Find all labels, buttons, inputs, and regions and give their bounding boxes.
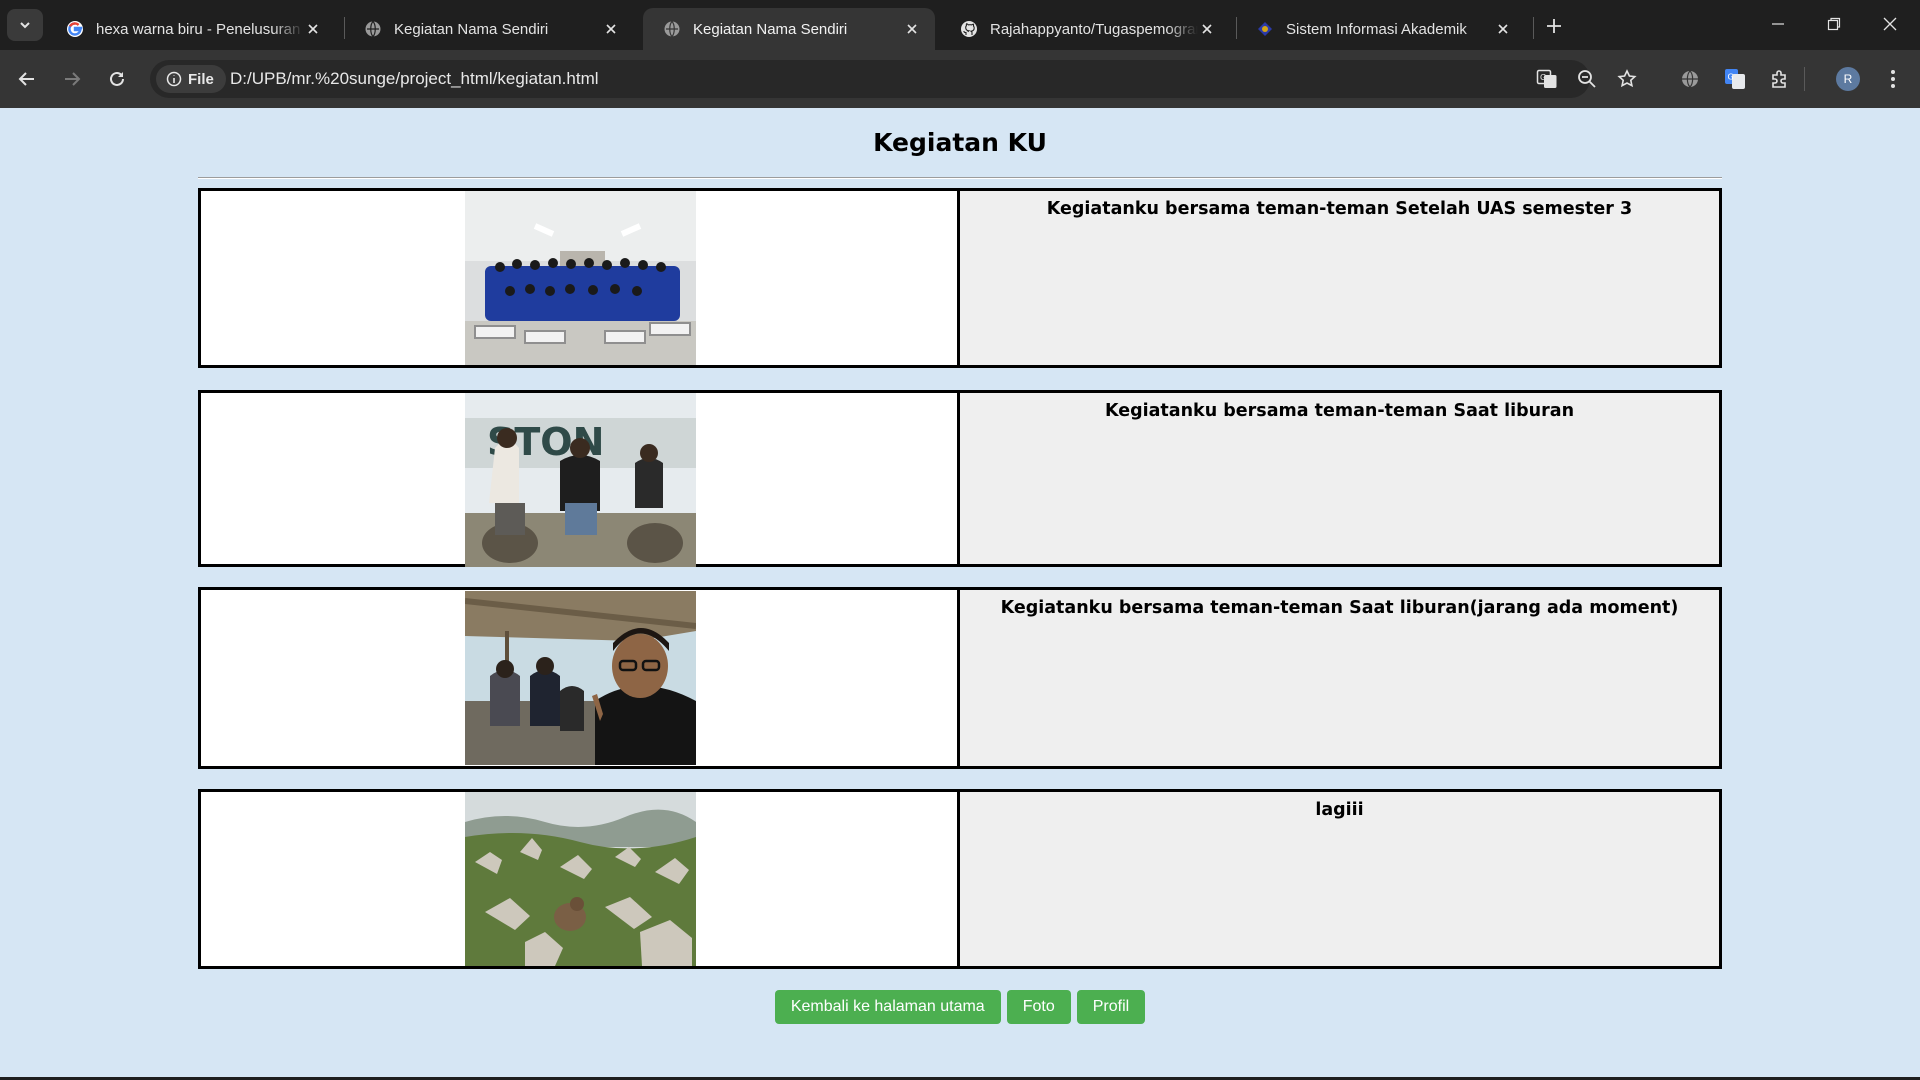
tab-title: hexa warna biru - Penelusuran Google <box>96 20 304 38</box>
tab-title: Kegiatan Nama Sendiri <box>394 20 549 38</box>
activity-photo-cell <box>201 792 960 966</box>
translate-icon: G <box>1536 69 1557 88</box>
close-window-button[interactable] <box>1862 0 1918 48</box>
close-icon <box>1883 17 1897 31</box>
restore-icon <box>1827 17 1841 31</box>
info-icon <box>166 71 182 87</box>
close-icon[interactable] <box>304 20 322 38</box>
activity-row: lagiii <box>198 789 1722 969</box>
tab-sistem-informasi[interactable]: Sistem Informasi Akademik <box>1236 8 1526 50</box>
tab-github[interactable]: Rajahappyanto/Tugaspemograman <box>940 8 1230 50</box>
minimize-button[interactable] <box>1750 0 1806 48</box>
tab-separator <box>1533 17 1534 39</box>
plus-icon <box>1547 19 1561 33</box>
google-translate-icon: G <box>1725 69 1745 89</box>
puzzle-icon <box>1772 70 1786 88</box>
friends-sitting-photo: STON <box>465 393 696 567</box>
close-icon[interactable] <box>602 20 620 38</box>
activity-caption: Kegiatanku bersama teman-teman Saat libu… <box>960 393 1719 564</box>
horizontal-rule <box>198 177 1722 179</box>
bookmark-button[interactable] <box>1610 62 1644 96</box>
google-translate-extension[interactable]: G <box>1718 62 1752 96</box>
extensions-button[interactable] <box>1763 62 1797 96</box>
browser-menu-button[interactable] <box>1876 62 1910 96</box>
globe-icon <box>1682 70 1698 88</box>
academic-icon <box>1258 22 1272 36</box>
tab-title: Rajahappyanto/Tugaspemograman <box>990 20 1198 38</box>
globe-icon <box>365 21 381 37</box>
back-button[interactable] <box>10 62 44 96</box>
zoom-out-icon <box>1578 70 1596 88</box>
chevron-down-icon <box>20 22 30 29</box>
activity-caption: Kegiatanku bersama teman-teman Saat libu… <box>960 590 1719 766</box>
profile-avatar[interactable]: R <box>1836 67 1860 91</box>
tab-kegiatan-1[interactable]: Kegiatan Nama Sendiri <box>344 8 634 50</box>
activity-photo-cell <box>201 590 960 766</box>
forward-button[interactable] <box>55 62 89 96</box>
new-tab-button[interactable] <box>1540 12 1568 40</box>
page-title: Kegiatan KU <box>873 128 1047 157</box>
scheme-label: File <box>188 70 214 88</box>
star-icon <box>1617 69 1637 88</box>
activity-caption: Kegiatanku bersama teman-teman Setelah U… <box>960 191 1719 365</box>
globe-icon <box>664 21 680 37</box>
github-icon <box>961 21 977 37</box>
tab-title: Kegiatan Nama Sendiri <box>693 20 848 38</box>
vpn-extension-button[interactable] <box>1673 62 1707 96</box>
svg-text:G: G <box>1728 73 1734 82</box>
url-text[interactable]: D:/UPB/mr.%20sunge/project_html/kegiatan… <box>230 69 599 89</box>
zoom-button[interactable] <box>1570 62 1604 96</box>
tab-google-search[interactable]: hexa warna biru - Penelusuran Google <box>46 8 336 50</box>
activity-row: STON Kegiatanku bersama teman-teman Saat… <box>198 390 1722 567</box>
site-info-chip[interactable]: File <box>156 65 226 93</box>
google-icon <box>67 21 83 37</box>
group-photo-classroom <box>465 191 696 365</box>
close-icon[interactable] <box>903 20 921 38</box>
home-button[interactable]: Kembali ke halaman utama <box>774 990 1001 1024</box>
rocky-hill-monkey-photo <box>465 792 696 966</box>
close-icon[interactable] <box>1198 20 1216 38</box>
activity-photo-cell <box>201 191 960 365</box>
more-vertical-icon <box>1891 70 1895 88</box>
restore-button[interactable] <box>1806 0 1862 48</box>
svg-text:G: G <box>1540 73 1546 82</box>
selfie-hut-photo <box>465 591 696 765</box>
toolbar-separator <box>1804 67 1805 91</box>
activity-photo-cell: STON <box>201 393 960 567</box>
tab-kegiatan-active[interactable]: Kegiatan Nama Sendiri <box>643 8 935 50</box>
translate-button[interactable]: G <box>1530 62 1564 96</box>
tab-title: Sistem Informasi Akademik <box>1286 20 1467 38</box>
page-viewport: Kegiatan KU Kegiatanku bersama teman-tem… <box>0 108 1920 1078</box>
tab-search-button[interactable] <box>7 9 43 41</box>
activity-row: Kegiatanku bersama teman-teman Setelah U… <box>198 188 1722 368</box>
profil-button[interactable]: Profil <box>1076 990 1146 1024</box>
navigation-buttons: Kembali ke halaman utama Foto Profil <box>0 990 1920 1024</box>
arrow-right-icon <box>65 72 81 86</box>
close-icon[interactable] <box>1494 20 1512 38</box>
minimize-icon <box>1772 23 1784 25</box>
activity-row: Kegiatanku bersama teman-teman Saat libu… <box>198 587 1722 769</box>
reload-button[interactable] <box>100 62 134 96</box>
arrow-left-icon <box>18 72 34 86</box>
foto-button[interactable]: Foto <box>1006 990 1071 1024</box>
reload-icon <box>110 71 124 86</box>
activity-caption: lagiii <box>960 792 1719 966</box>
tab-strip: hexa warna biru - Penelusuran Google Keg… <box>0 0 1920 50</box>
